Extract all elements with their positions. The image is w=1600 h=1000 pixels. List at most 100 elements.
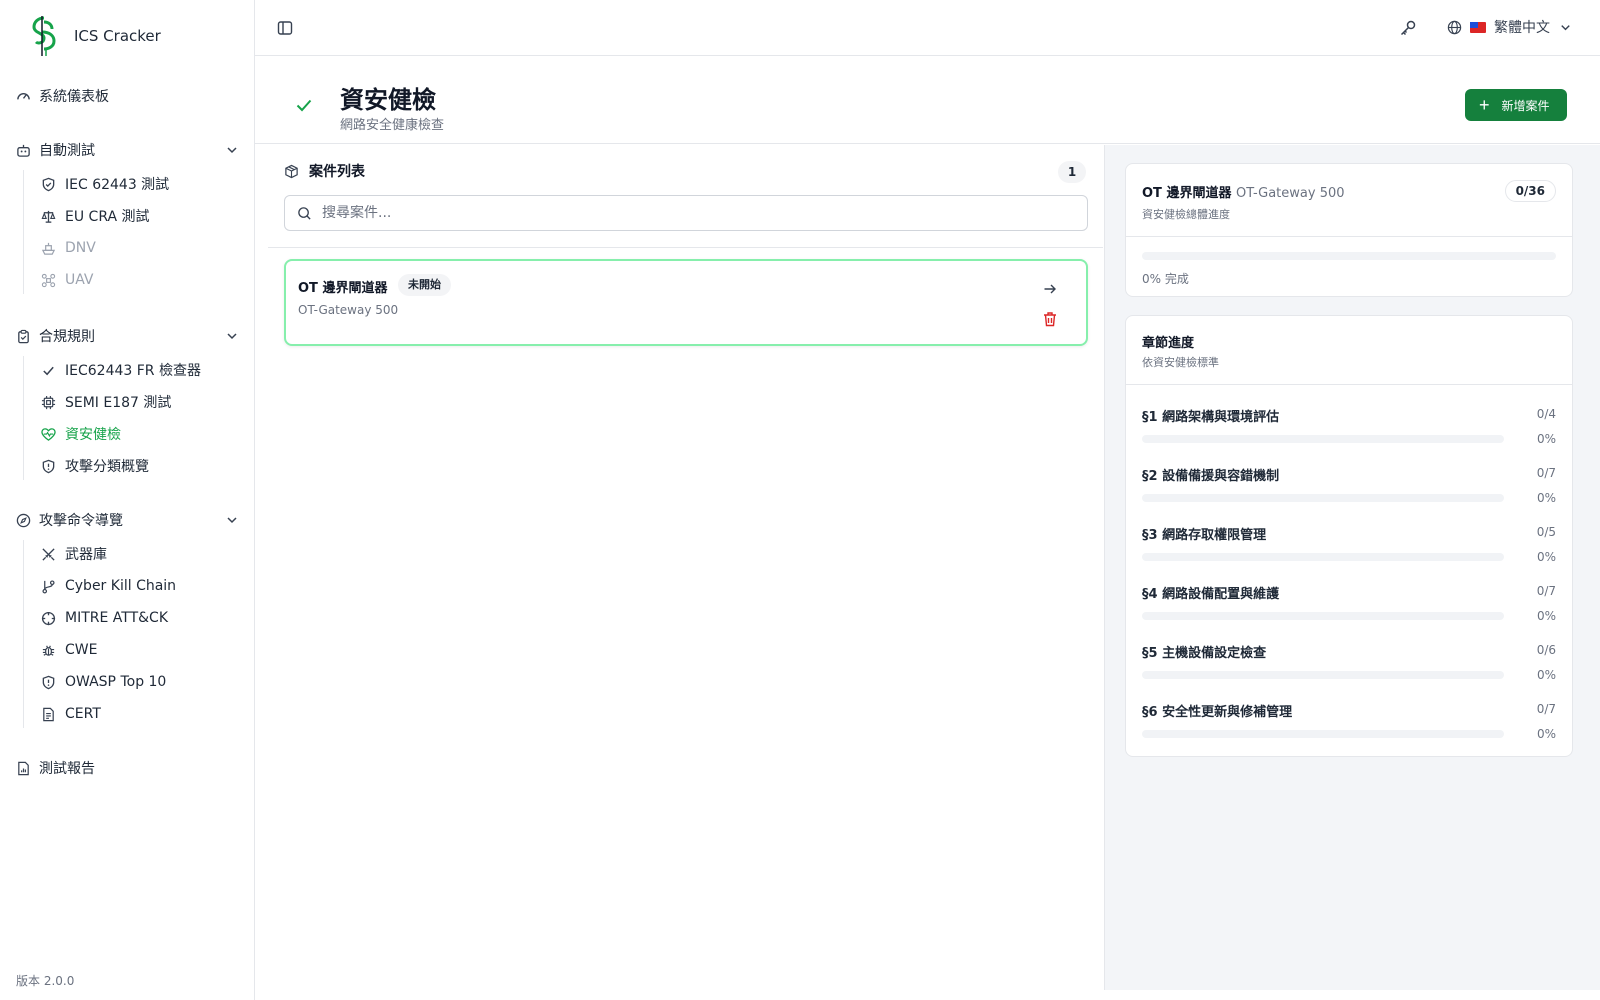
- nav-group-compliance[interactable]: 合規規則: [16, 324, 240, 348]
- nav-guide-line: [23, 540, 24, 728]
- chapter-row: §4 網路設備配置與維護 0/7 0%: [1142, 583, 1556, 633]
- new-case-button-label: 新增案件: [1501, 98, 1550, 113]
- case-list-title: 案件列表: [309, 164, 365, 180]
- app-logo-icon: [32, 16, 56, 56]
- arrow-right-icon[interactable]: [1042, 281, 1058, 297]
- progress-panel: OT 邊界閘道器 OT-Gateway 500 資安健檢總體進度 0/36 0%…: [1104, 145, 1600, 990]
- language-selector[interactable]: 繁體中文: [1447, 17, 1573, 37]
- nav-item-label: IEC 62443 測試: [65, 177, 170, 193]
- nav-item-label: OWASP Top 10: [65, 674, 167, 690]
- chapter-row: §2 設備備援與容錯機制 0/7 0%: [1142, 465, 1556, 515]
- check-icon: [43, 366, 54, 375]
- nav-item-label: CWE: [65, 642, 98, 658]
- nav-guide-line: [23, 170, 24, 294]
- nav-item-semi-e187[interactable]: SEMI E187 測試: [41, 390, 171, 414]
- nav-item-eu-cra[interactable]: EU CRA 測試: [41, 204, 150, 228]
- chapter-count: 0/7: [1536, 584, 1556, 598]
- nav-group-attack-guide[interactable]: 攻擊命令導覽: [16, 508, 240, 532]
- nav-item-fr-checker[interactable]: IEC62443 FR 檢查器: [41, 358, 201, 382]
- nav-item-iec62443[interactable]: IEC 62443 測試: [41, 172, 169, 196]
- nav-item-cwe[interactable]: CWE: [41, 638, 97, 662]
- sidebar-toggle-icon[interactable]: [277, 20, 293, 36]
- sidebar: ICS Cracker 系統儀表板 自動測試 IEC 62443 測試 EU C…: [0, 0, 255, 1000]
- chip-icon: [41, 395, 56, 409]
- chapter-percent: 0%: [1536, 550, 1556, 564]
- overall-device-name: OT 邊界閘道器: [1142, 186, 1232, 201]
- case-model: OT-Gateway 500: [298, 303, 399, 317]
- scale-icon: [41, 210, 56, 223]
- report-icon: [18, 761, 29, 775]
- plus-icon: +: [1479, 95, 1490, 115]
- app-version: 版本 2.0.0: [16, 974, 75, 988]
- chapter-progress-bar: [1142, 730, 1504, 738]
- chapter-label: §5 主機設備設定檢查: [1142, 646, 1267, 661]
- divider: [268, 247, 1103, 248]
- nav-item-kill-chain[interactable]: Cyber Kill Chain: [41, 574, 176, 598]
- nav-guide-line: [23, 356, 24, 480]
- chapter-percent: 0%: [1536, 432, 1556, 446]
- brand[interactable]: ICS Cracker: [28, 14, 161, 58]
- chapter-row: §5 主機設備設定檢查 0/6 0%: [1142, 642, 1556, 692]
- nav-item-dnv: DNV: [41, 236, 96, 260]
- nav-item-label: CERT: [65, 706, 101, 722]
- nav-item-label: 資安健檢: [65, 427, 121, 443]
- overall-device-model: OT-Gateway 500: [1235, 186, 1345, 201]
- heart-pulse-icon: [41, 427, 56, 441]
- nav-group-auto-test[interactable]: 自動測試: [16, 138, 240, 162]
- chapter-label: §1 網路架構與環境評估: [1142, 410, 1280, 425]
- shield-check-icon: [42, 177, 55, 191]
- page-subtitle: 網路安全健康檢查: [340, 118, 445, 133]
- search-input[interactable]: [322, 205, 1022, 221]
- check-icon: [296, 99, 312, 112]
- search-box[interactable]: [284, 195, 1088, 231]
- chapter-count: 0/7: [1536, 702, 1556, 716]
- nav-item-attack-taxonomy[interactable]: 攻擊分類概覽: [41, 454, 149, 478]
- nav-dashboard-label: 系統儀表板: [39, 89, 109, 105]
- globe-icon: [1447, 20, 1462, 34]
- language-label: 繁體中文: [1494, 20, 1550, 36]
- chevron-down-icon: [227, 147, 237, 154]
- nav-item-owasp[interactable]: OWASP Top 10: [41, 670, 166, 694]
- nav-item-arsenal[interactable]: 武器庫: [41, 542, 107, 566]
- case-list-panel: 案件列表 1 OT 邊界閘道器 未開始 OT-Gateway 500: [268, 145, 1103, 990]
- nav-reports-label: 測試報告: [39, 761, 95, 777]
- nav-item-mitre[interactable]: MITRE ATT&CK: [41, 606, 168, 630]
- nav-item-label: EU CRA 測試: [65, 209, 150, 225]
- nav-item-label: UAV: [65, 272, 94, 288]
- chapter-title: 章節進度: [1142, 336, 1195, 351]
- nav-reports[interactable]: 測試報告: [16, 756, 240, 780]
- trash-icon[interactable]: [1042, 311, 1058, 327]
- chapter-label: §3 網路存取權限管理: [1142, 528, 1267, 543]
- nav-item-cert[interactable]: CERT: [41, 702, 101, 726]
- chapter-percent: 0%: [1536, 727, 1556, 741]
- shield-alert-icon: [42, 459, 55, 473]
- git-branch-icon: [42, 579, 55, 593]
- chapter-percent: 0%: [1536, 609, 1556, 623]
- new-case-button[interactable]: + 新增案件: [1465, 89, 1567, 121]
- page-header: 資安健檢 網路安全健康檢查 + 新增案件: [255, 56, 1600, 144]
- chapter-percent: 0%: [1536, 491, 1556, 505]
- chapter-label: §4 網路設備配置與維護: [1142, 587, 1280, 602]
- chevron-down-icon: [227, 333, 237, 340]
- ship-icon: [41, 242, 56, 255]
- chapter-count: 0/5: [1536, 525, 1556, 539]
- chapter-progress-bar: [1142, 494, 1504, 502]
- nav-group-label: 合規規則: [39, 329, 95, 345]
- shield-alert-icon: [42, 675, 55, 689]
- case-card[interactable]: OT 邊界閘道器 未開始 OT-Gateway 500: [284, 259, 1088, 346]
- gauge-icon: [17, 92, 30, 99]
- case-count-badge: 1: [1058, 161, 1086, 183]
- nav-item-label: Cyber Kill Chain: [65, 578, 177, 594]
- drone-icon: [41, 273, 56, 287]
- chapter-row: §6 安全性更新與修補管理 0/7 0%: [1142, 701, 1556, 751]
- nav-dashboard[interactable]: 系統儀表板: [16, 84, 240, 108]
- chapter-row: §1 網路架構與環境評估 0/4 0%: [1142, 406, 1556, 456]
- nav-item-label: IEC62443 FR 檢查器: [65, 363, 201, 379]
- document-icon: [43, 707, 54, 721]
- compass-icon: [16, 513, 31, 527]
- key-icon[interactable]: [1399, 19, 1417, 37]
- overall-progress-bar: [1142, 252, 1556, 260]
- case-title: OT 邊界閘道器: [298, 281, 388, 296]
- nav-item-health-check[interactable]: 資安健檢: [41, 422, 121, 446]
- chapter-count: 0/6: [1536, 643, 1556, 657]
